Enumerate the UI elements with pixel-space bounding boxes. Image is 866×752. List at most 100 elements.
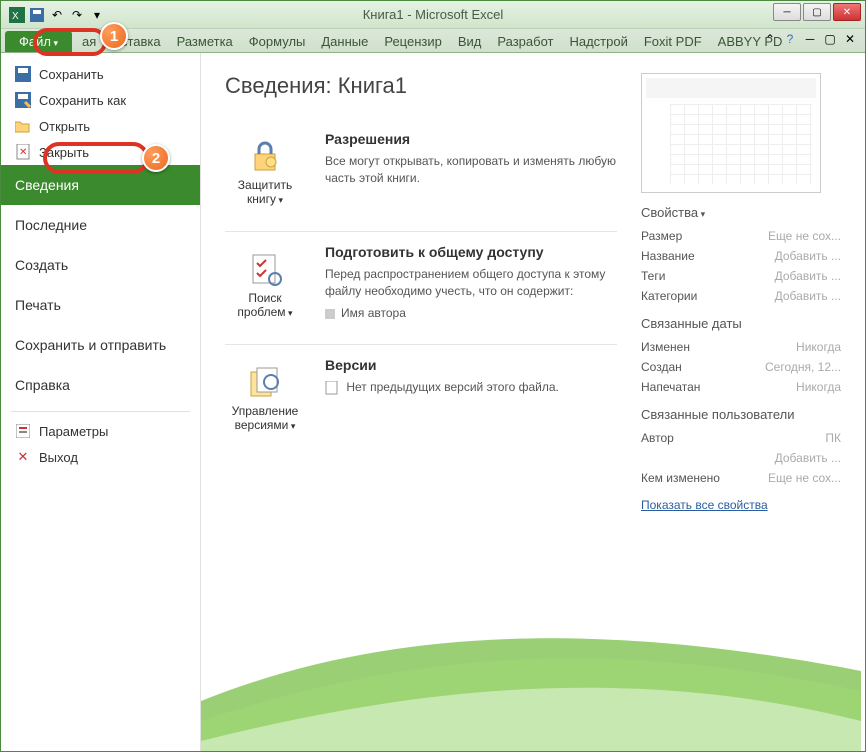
- sidebar-item-label: Печать: [15, 297, 61, 313]
- section-text: Все могут открывать, копировать и изменя…: [325, 153, 617, 187]
- sidebar-item-exit[interactable]: ✕ Выход: [1, 444, 200, 470]
- button-label: Поиск проблем: [232, 291, 298, 319]
- prop-key: Название: [641, 249, 695, 263]
- sidebar-item-label: Параметры: [39, 424, 108, 439]
- ribbon-minimize-icon[interactable]: ⌃: [763, 32, 777, 46]
- tab-home[interactable]: ая: [74, 31, 104, 52]
- sidebar-item-saveas[interactable]: Сохранить как: [1, 87, 200, 113]
- backstage: Сохранить Сохранить как Открыть ✕ Закрыт…: [1, 53, 865, 751]
- manage-versions-button[interactable]: Управление версиями: [225, 357, 305, 439]
- divider: [11, 411, 190, 412]
- prop-row: НапечатанНикогда: [641, 377, 841, 397]
- prop-row: ТегиДобавить ...: [641, 266, 841, 286]
- prop-value: Никогда: [796, 340, 841, 354]
- sidebar-item-share[interactable]: Сохранить и отправить: [1, 325, 200, 365]
- sidebar-item-options[interactable]: Параметры: [1, 418, 200, 444]
- tab-layout[interactable]: Разметка: [169, 31, 241, 52]
- help-icon[interactable]: ?: [783, 32, 797, 46]
- titlebar: X ↶ ↷ ▾ Книга1 - Microsoft Excel ─ ▢ ✕: [1, 1, 865, 29]
- tab-review[interactable]: Рецензир: [376, 31, 450, 52]
- tab-data[interactable]: Данные: [313, 31, 376, 52]
- section-versions: Управление версиями Версии Нет предыдущи…: [225, 345, 617, 457]
- sidebar-item-label: Закрыть: [39, 145, 89, 160]
- maximize-button[interactable]: ▢: [803, 3, 831, 21]
- check-issues-button[interactable]: Поиск проблем: [225, 244, 305, 326]
- section-prepare: Поиск проблем Подготовить к общему досту…: [225, 232, 617, 345]
- lock-icon: [247, 138, 283, 174]
- prop-key: Создан: [641, 360, 682, 374]
- sidebar-item-recent[interactable]: Последние: [1, 205, 200, 245]
- save-icon[interactable]: [29, 7, 45, 23]
- sidebar-item-help[interactable]: Справка: [1, 365, 200, 405]
- section-title: Версии: [325, 357, 617, 373]
- saveas-icon: [15, 92, 31, 108]
- prop-value[interactable]: Добавить ...: [775, 269, 841, 283]
- options-icon: [15, 423, 31, 439]
- section-body: Подготовить к общему доступу Перед распр…: [325, 244, 617, 326]
- sidebar-item-new[interactable]: Создать: [1, 245, 200, 285]
- sidebar-item-label: Сведения: [15, 177, 79, 193]
- tab-file[interactable]: Файл: [5, 31, 72, 52]
- info-column: Сведения: Книга1 Защитить книгу Разрешен…: [225, 73, 617, 731]
- sidebar-item-label: Сохранить: [39, 67, 104, 82]
- redo-icon[interactable]: ↷: [69, 7, 85, 23]
- tab-developer[interactable]: Разработ: [489, 31, 561, 52]
- undo-icon[interactable]: ↶: [49, 7, 65, 23]
- doc-close-icon[interactable]: ✕: [843, 32, 857, 46]
- excel-icon: X: [9, 7, 25, 23]
- window-title: Книга1 - Microsoft Excel: [1, 7, 865, 22]
- doc-restore-icon[interactable]: ▢: [823, 32, 837, 46]
- prop-value: Сегодня, 12...: [765, 360, 841, 374]
- section-text: Перед распространением общего доступа к …: [325, 266, 617, 300]
- prop-value: Никогда: [796, 380, 841, 394]
- section-text: Нет предыдущих версий этого файла.: [325, 379, 617, 396]
- tab-addins[interactable]: Надстрой: [561, 31, 635, 52]
- prop-value[interactable]: Добавить ...: [775, 249, 841, 263]
- show-all-properties-link[interactable]: Показать все свойства: [641, 498, 768, 512]
- prop-value: ПК: [825, 431, 841, 445]
- document-thumbnail: [641, 73, 821, 193]
- prop-row: РазмерЕще не сох...: [641, 226, 841, 246]
- users-heading: Связанные пользователи: [641, 407, 841, 422]
- prop-row: Название Добавить ...: [641, 246, 841, 266]
- prop-row: АвторПК: [641, 428, 841, 448]
- tab-insert[interactable]: Вставка: [104, 31, 168, 52]
- protect-workbook-button[interactable]: Защитить книгу: [225, 131, 305, 213]
- bullet-item: Имя автора: [325, 306, 617, 320]
- checklist-icon: [247, 251, 283, 287]
- qat-dropdown-icon[interactable]: ▾: [89, 7, 105, 23]
- sidebar-item-open[interactable]: Открыть: [1, 113, 200, 139]
- close-button[interactable]: ✕: [833, 3, 861, 21]
- sidebar-item-label: Справка: [15, 377, 70, 393]
- backstage-sidebar: Сохранить Сохранить как Открыть ✕ Закрыт…: [1, 53, 201, 751]
- exit-icon: ✕: [15, 449, 31, 465]
- tab-view[interactable]: Вид: [450, 31, 490, 52]
- doc-minimize-icon[interactable]: ─: [803, 32, 817, 46]
- minimize-button[interactable]: ─: [773, 3, 801, 21]
- prop-value[interactable]: Добавить ...: [775, 289, 841, 303]
- prop-value: Еще не сох...: [768, 229, 841, 243]
- window-buttons: ─ ▢ ✕: [773, 3, 861, 21]
- folder-open-icon: [15, 118, 31, 134]
- properties-heading[interactable]: Свойства: [641, 205, 841, 220]
- section-body: Версии Нет предыдущих версий этого файла…: [325, 357, 617, 439]
- section-permissions: Защитить книгу Разрешения Все могут откр…: [225, 119, 617, 232]
- tab-formulas[interactable]: Формулы: [241, 31, 314, 52]
- sidebar-item-label: Открыть: [39, 119, 90, 134]
- sidebar-item-info[interactable]: Сведения: [1, 165, 200, 205]
- prop-key: Категории: [641, 289, 697, 303]
- prop-row: Изменен Никогда: [641, 337, 841, 357]
- prop-value: Еще не сох...: [768, 471, 841, 485]
- button-label: Защитить книгу: [232, 178, 298, 206]
- prop-value[interactable]: Добавить ...: [775, 451, 841, 465]
- prop-key: Изменен: [641, 340, 690, 354]
- section-title: Разрешения: [325, 131, 617, 147]
- save-icon: [15, 66, 31, 82]
- sidebar-item-save[interactable]: Сохранить: [1, 61, 200, 87]
- tab-foxit[interactable]: Foxit PDF: [636, 31, 710, 52]
- sidebar-item-close[interactable]: ✕ Закрыть: [1, 139, 200, 165]
- sidebar-item-label: Создать: [15, 257, 68, 273]
- dates-heading: Связанные даты: [641, 316, 841, 331]
- sidebar-item-print[interactable]: Печать: [1, 285, 200, 325]
- sidebar-item-label: Последние: [15, 217, 87, 233]
